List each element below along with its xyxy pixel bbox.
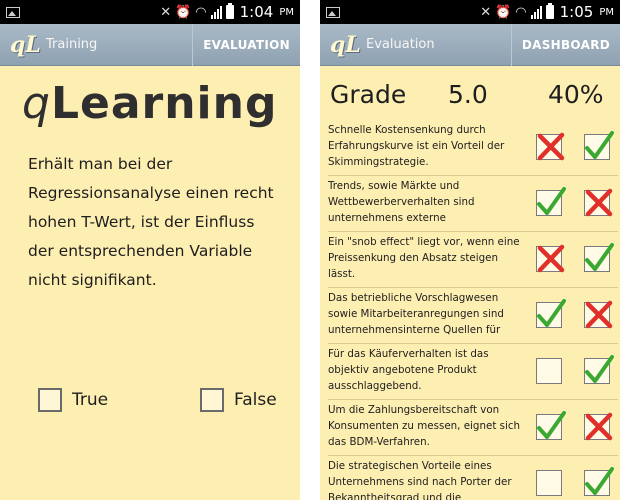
alarm-icon: ⏰ xyxy=(175,4,192,20)
grade-percent: 40% xyxy=(548,80,604,109)
cross-mark-icon xyxy=(585,188,613,217)
clock-time: 1:05 xyxy=(559,3,594,21)
evaluation-row: Für das Käuferverhalten ist das objektiv… xyxy=(328,344,618,400)
cross-mark-icon xyxy=(585,300,613,329)
answer-mark xyxy=(536,470,562,496)
brand-name: Learning xyxy=(50,78,278,129)
evaluation-row: Trends, sowie Märkte und Wettbewerberver… xyxy=(328,176,618,232)
false-label: False xyxy=(234,390,277,410)
evaluation-row: Um die Zahlungsbereitschaft von Konsumen… xyxy=(328,400,618,456)
grade-value: 5.0 xyxy=(448,80,488,109)
check-mark-icon xyxy=(585,355,614,383)
grade-summary: Grade 5.0 40% xyxy=(330,80,612,112)
answer-mark xyxy=(536,411,566,440)
cross-mark-icon xyxy=(537,132,565,161)
check-mark-icon xyxy=(537,187,566,215)
cross-mark-icon xyxy=(585,412,613,441)
answer-mark xyxy=(536,244,565,273)
statement-text: Das betriebliche Vorschlagwesen sowie Mi… xyxy=(328,292,504,336)
evaluation-row: Schnelle Kostensenkung durch Erfahrungsk… xyxy=(328,120,618,176)
statement-text: Trends, sowie Märkte und Wettbewerberver… xyxy=(328,180,475,224)
evaluation-screen: ✕ ⏰ ◠ 1:05 PM qL Evaluation DASHBOARD Gr… xyxy=(320,0,620,500)
solution-mark xyxy=(584,467,614,496)
solution-mark xyxy=(584,243,614,272)
brand-logo-text: qLearning xyxy=(22,78,277,129)
check-mark-icon xyxy=(585,467,614,495)
clock-ampm: PM xyxy=(279,6,294,18)
evaluation-list: Schnelle Kostensenkung durch Erfahrungsk… xyxy=(328,120,618,500)
action-bar: qL Training EVALUATION xyxy=(0,23,300,66)
wifi-icon: ◠ xyxy=(515,4,527,20)
true-checkbox[interactable] xyxy=(38,388,62,412)
screen-title: Training xyxy=(46,37,98,52)
statement-text: Ein "snob effect" liegt vor, wenn eine P… xyxy=(328,236,520,280)
image-icon xyxy=(326,6,340,18)
battery-icon xyxy=(545,3,554,19)
answer-mark xyxy=(536,187,566,216)
app-logo[interactable]: qL xyxy=(320,32,361,58)
question-text: Erhält man bei der Regressionsanalyse ei… xyxy=(28,155,274,289)
status-bar: ✕ ⏰ ◠ 1:04 PM xyxy=(0,0,300,24)
battery-icon xyxy=(225,3,234,19)
evaluation-row: Ein "snob effect" liegt vor, wenn eine P… xyxy=(328,232,618,288)
check-mark-icon xyxy=(585,131,614,159)
clock-time: 1:04 xyxy=(239,3,274,21)
true-label: True xyxy=(72,390,109,410)
mute-icon: ✕ xyxy=(480,4,492,20)
screen-title: Evaluation xyxy=(366,37,435,52)
answer-mark xyxy=(536,358,562,384)
brand-prefix: q xyxy=(22,78,51,129)
solution-mark xyxy=(584,355,614,384)
answer-mark xyxy=(536,299,566,328)
evaluation-row: Das betriebliche Vorschlagwesen sowie Mi… xyxy=(328,288,618,344)
solution-mark xyxy=(584,300,613,329)
evaluation-button[interactable]: EVALUATION xyxy=(192,23,300,66)
evaluation-row: Die strategischen Vorteile eines Unterne… xyxy=(328,456,618,500)
image-icon xyxy=(6,6,20,18)
statement-text: Die strategischen Vorteile eines Unterne… xyxy=(328,460,512,500)
status-bar: ✕ ⏰ ◠ 1:05 PM xyxy=(320,0,620,24)
signal-icon xyxy=(530,5,542,19)
check-mark-icon xyxy=(585,243,614,271)
answer-mark xyxy=(536,132,565,161)
signal-icon xyxy=(210,5,222,19)
clock-ampm: PM xyxy=(599,6,614,18)
dashboard-button[interactable]: DASHBOARD xyxy=(510,23,620,66)
check-mark-icon xyxy=(537,411,566,439)
check-mark-icon xyxy=(537,299,566,327)
alarm-icon: ⏰ xyxy=(495,4,512,20)
statement-text: Schnelle Kostensenkung durch Erfahrungsk… xyxy=(328,124,505,168)
false-checkbox[interactable] xyxy=(200,388,224,412)
action-bar: qL Evaluation DASHBOARD xyxy=(320,23,620,66)
solution-mark xyxy=(584,412,613,441)
false-option[interactable]: False xyxy=(200,388,277,412)
mute-icon: ✕ xyxy=(160,4,172,20)
true-option[interactable]: True xyxy=(38,388,108,412)
cross-mark-icon xyxy=(537,244,565,273)
statement-text: Um die Zahlungsbereitschaft von Konsumen… xyxy=(328,404,521,448)
wifi-icon: ◠ xyxy=(195,4,207,20)
training-screen: ✕ ⏰ ◠ 1:04 PM qL Training EVALUATION qLe… xyxy=(0,0,300,500)
app-logo[interactable]: qL xyxy=(0,32,41,58)
statement-text: Für das Käuferverhalten ist das objektiv… xyxy=(328,348,489,392)
solution-mark xyxy=(584,188,613,217)
grade-label: Grade xyxy=(330,80,407,109)
solution-mark xyxy=(584,131,614,160)
